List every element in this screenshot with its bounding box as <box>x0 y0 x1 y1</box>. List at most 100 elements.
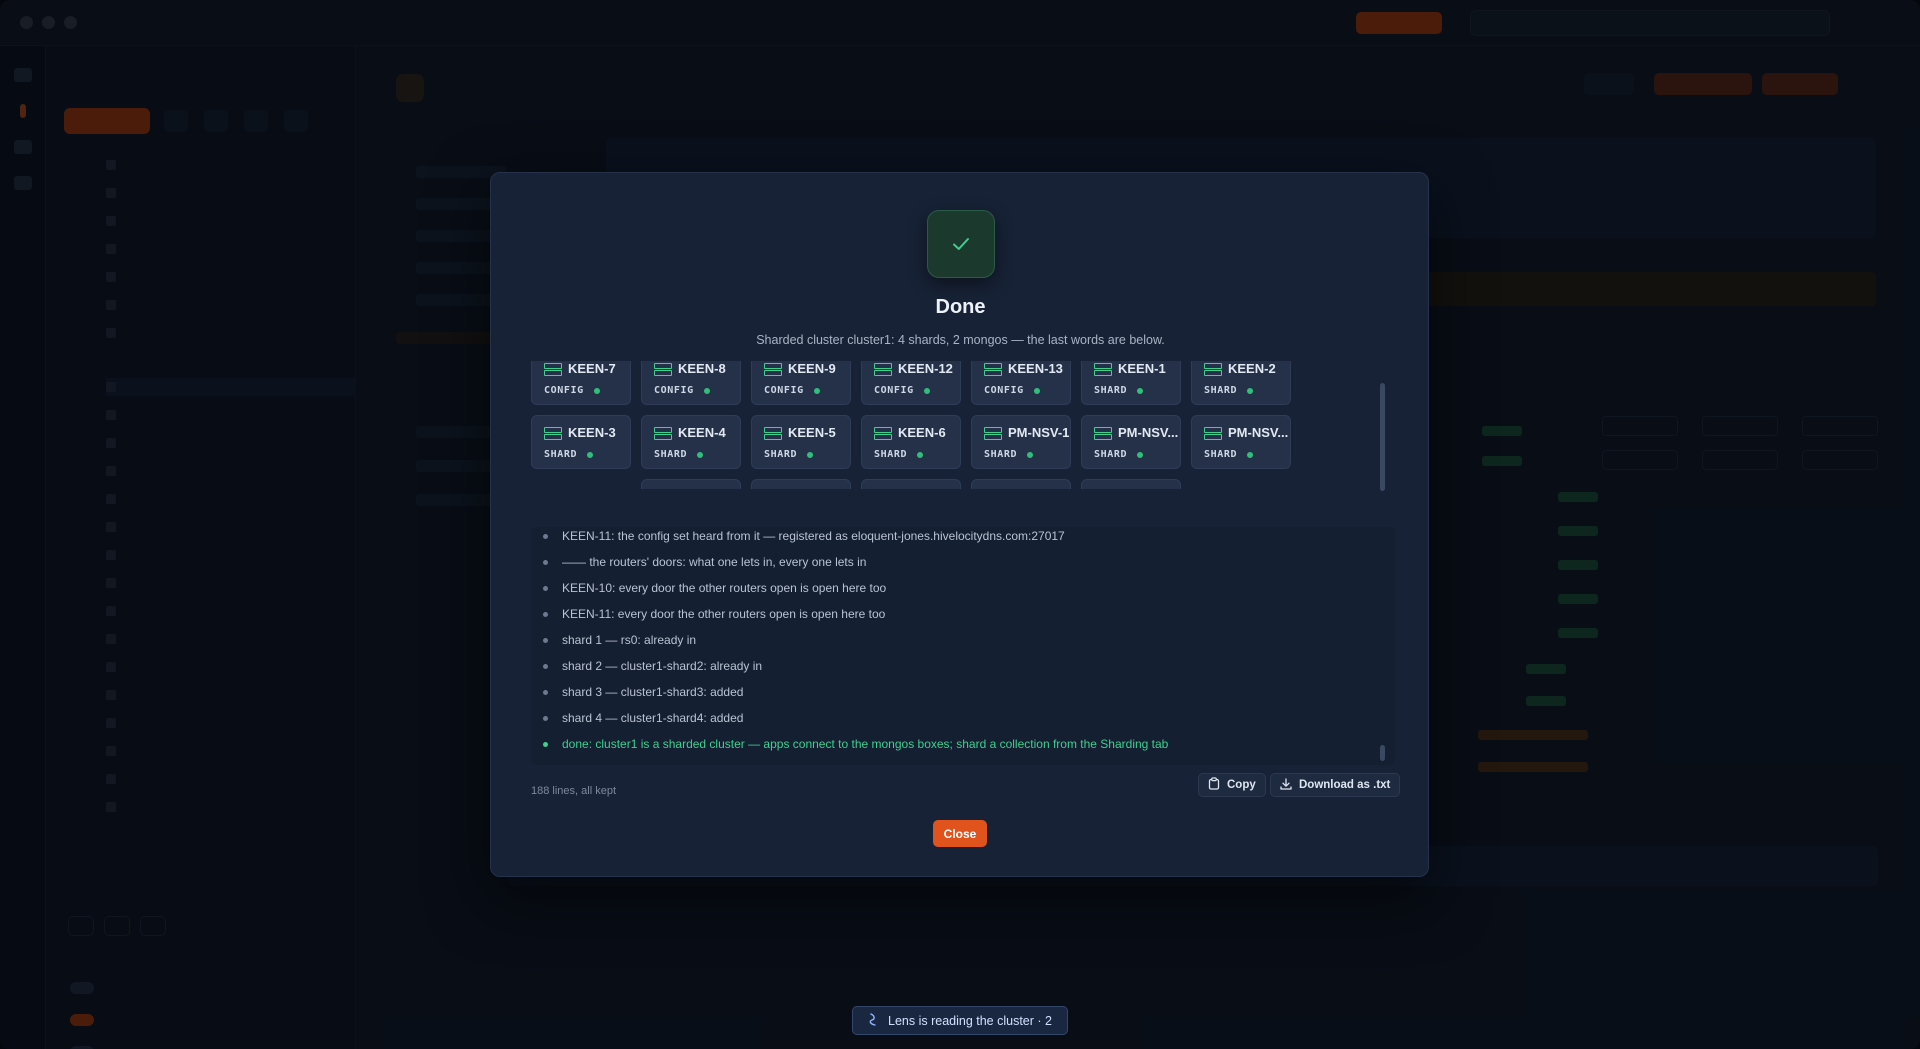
copy-button[interactable]: Copy <box>1198 773 1266 797</box>
node-card[interactable]: KEEN-19 <box>861 479 961 489</box>
node-role-text: CONFIG <box>874 385 914 396</box>
server-icon <box>764 426 782 440</box>
node-card[interactable]: KEEN-11 <box>1081 479 1181 489</box>
log-line-text: KEEN-10: every door the other routers op… <box>562 581 887 595</box>
log-bullet <box>543 585 548 591</box>
node-role: SHARD <box>1204 385 1254 396</box>
node-card[interactable]: KEEN-8 CONFIG <box>641 361 741 405</box>
node-card[interactable]: KEEN-6 SHARD <box>861 415 961 469</box>
server-icon <box>984 362 1002 376</box>
node-role: SHARD <box>1094 449 1144 460</box>
node-card[interactable]: KEEN-17 <box>641 479 741 489</box>
node-status-dot <box>813 387 820 394</box>
node-status-dot <box>1247 451 1254 458</box>
node-card[interactable]: PM-NSV... SHARD <box>1081 415 1181 469</box>
done-dialog: Done Sharded cluster cluster1: 4 shards,… <box>490 172 1429 877</box>
log-scrollbar[interactable] <box>1380 745 1385 761</box>
node-card[interactable]: PM-NSV-1 SHARD <box>971 415 1071 469</box>
server-icon <box>1094 426 1112 440</box>
log-line-text: shard 4 — cluster1-shard4: added <box>562 711 744 725</box>
node-name-text: KEEN-2 <box>1228 361 1276 376</box>
node-role: SHARD <box>984 449 1034 460</box>
node-role: CONFIG <box>544 385 600 396</box>
node-name: KEEN-2 <box>1204 361 1276 376</box>
log-line-text: KEEN-11: the config set heard from it — … <box>562 529 1065 543</box>
node-role-text: SHARD <box>544 449 578 460</box>
dialog-title: Done <box>935 296 986 318</box>
node-name-text: PM-NSV... <box>1228 425 1289 440</box>
copy-label: Copy <box>1227 779 1256 791</box>
node-card[interactable]: KEEN-4 SHARD <box>641 415 741 469</box>
node-status-dot <box>807 451 814 458</box>
node-name-text: KEEN-8 <box>678 361 726 376</box>
node-role-text: SHARD <box>1094 449 1128 460</box>
server-icon <box>1204 426 1222 440</box>
server-icon <box>544 362 562 376</box>
download-icon <box>1280 777 1292 793</box>
server-icon <box>764 362 782 376</box>
check-icon <box>927 210 995 278</box>
node-name-text: KEEN-7 <box>568 361 616 376</box>
node-role: CONFIG <box>984 385 1040 396</box>
node-status-dot <box>593 387 600 394</box>
node-card[interactable]: KEEN-10 <box>971 479 1071 489</box>
log-bullet <box>543 689 548 695</box>
node-card[interactable]: KEEN-3 SHARD <box>531 415 631 469</box>
node-role: SHARD <box>874 449 924 460</box>
node-name: KEEN-12 <box>874 361 953 376</box>
log-line-count: 188 lines, all kept <box>531 785 616 797</box>
node-card[interactable]: KEEN-18 <box>751 479 851 489</box>
node-role-text: SHARD <box>1204 449 1238 460</box>
node-card[interactable]: KEEN-7 CONFIG <box>531 361 631 405</box>
node-name: KEEN-13 <box>984 361 1063 376</box>
log-line-text: shard 1 — rs0: already in <box>562 633 697 647</box>
dialog-subtitle: Sharded cluster cluster1: 4 shards, 2 mo… <box>756 333 1165 347</box>
close-button[interactable]: Close <box>933 820 987 847</box>
node-role: CONFIG <box>764 385 820 396</box>
log-bullet <box>543 715 548 721</box>
node-card[interactable]: KEEN-12 CONFIG <box>861 361 961 405</box>
log-line: KEEN-11: the config set heard from it — … <box>531 527 1391 547</box>
node-status-dot <box>697 451 704 458</box>
status-toast[interactable]: Lens is reading the cluster · 2 <box>852 1006 1068 1035</box>
node-card[interactable]: KEEN-5 SHARD <box>751 415 851 469</box>
download-txt-button[interactable]: Download as .txt <box>1270 773 1401 797</box>
node-name: PM-NSV... <box>1204 425 1288 440</box>
server-icon <box>984 426 1002 440</box>
node-role-text: SHARD <box>984 449 1018 460</box>
node-card[interactable]: KEEN-13 CONFIG <box>971 361 1071 405</box>
log-line: KEEN-11: every door the other routers op… <box>531 603 1391 625</box>
log-output: KEEN-11: the config set heard from it — … <box>531 527 1395 765</box>
node-role-text: SHARD <box>654 449 688 460</box>
topology-scrollbar[interactable] <box>1380 383 1385 491</box>
node-name-text: PM-NSV-1 <box>1008 425 1070 440</box>
node-name: KEEN-3 <box>544 425 616 440</box>
node-role-text: CONFIG <box>764 385 804 396</box>
node-role-text: SHARD <box>1204 385 1238 396</box>
node-name-text: KEEN-4 <box>678 425 726 440</box>
node-status-dot <box>1137 451 1144 458</box>
log-line: —— the routers' doors: what one lets in,… <box>531 551 1391 573</box>
node-role: SHARD <box>1094 385 1144 396</box>
node-status-dot <box>1137 387 1144 394</box>
node-role: SHARD <box>764 449 814 460</box>
node-role: CONFIG <box>874 385 930 396</box>
node-card[interactable]: PM-NSV... SHARD <box>1191 415 1291 469</box>
node-card[interactable]: KEEN-1 SHARD <box>1081 361 1181 405</box>
node-name: KEEN-1 <box>1094 361 1166 376</box>
log-bullet <box>543 611 548 617</box>
log-line-text: done: cluster1 is a sharded cluster — ap… <box>562 737 1169 751</box>
server-icon <box>654 362 672 376</box>
server-icon <box>544 426 562 440</box>
node-card[interactable]: KEEN-2 SHARD <box>1191 361 1291 405</box>
node-role: CONFIG <box>654 385 710 396</box>
node-role: SHARD <box>544 449 594 460</box>
log-line: shard 4 — cluster1-shard4: added <box>531 707 1391 729</box>
clipboard-icon <box>1208 777 1220 793</box>
node-name: KEEN-9 <box>764 361 836 376</box>
spinner-icon <box>868 1012 878 1029</box>
node-name: PM-NSV-1 <box>984 425 1069 440</box>
node-name-text: KEEN-12 <box>898 361 953 376</box>
node-card[interactable]: KEEN-9 CONFIG <box>751 361 851 405</box>
download-label: Download as .txt <box>1299 779 1391 791</box>
